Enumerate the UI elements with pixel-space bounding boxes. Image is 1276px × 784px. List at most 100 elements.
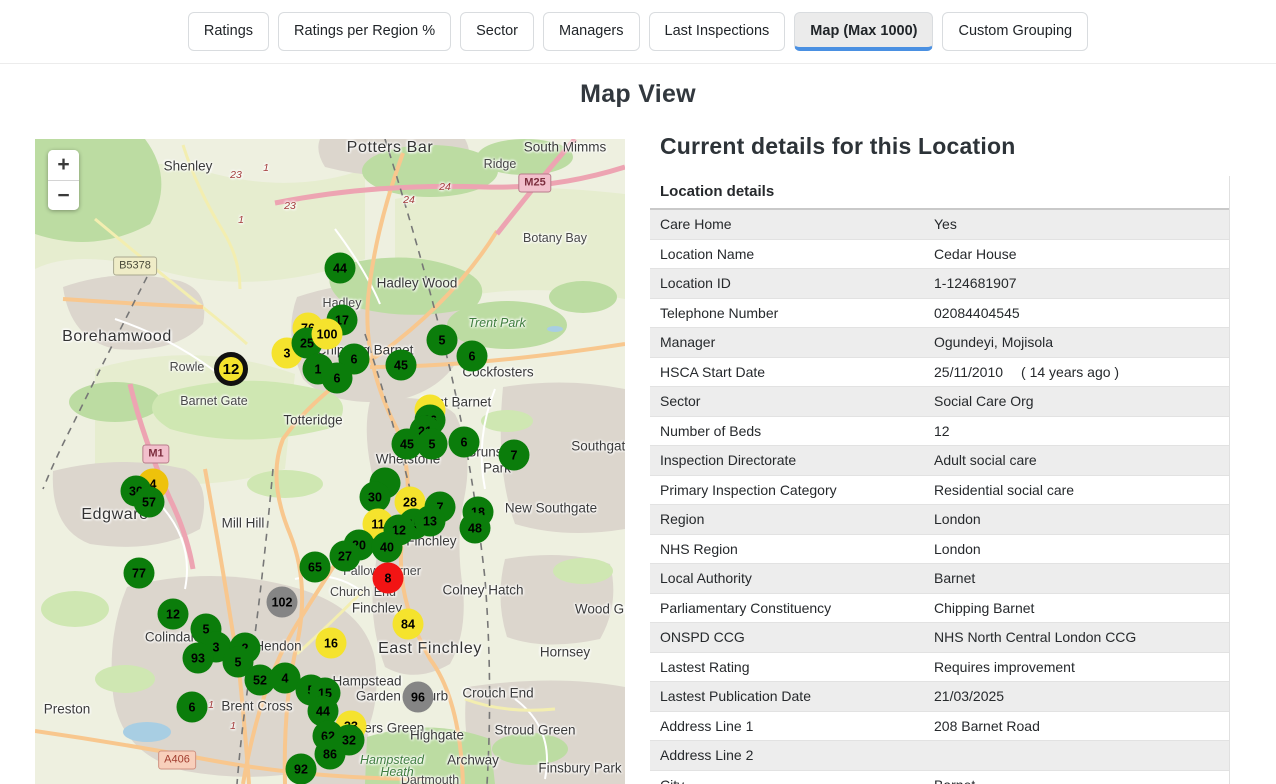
tab-ratings[interactable]: Ratings: [188, 12, 269, 51]
detail-value: London: [934, 511, 999, 527]
tab-map-max-1000[interactable]: Map (Max 1000): [794, 12, 933, 51]
tab-ratings-per-region[interactable]: Ratings per Region %: [278, 12, 451, 51]
road-badge: M25: [518, 174, 551, 193]
detail-row: City Barnet: [650, 771, 1229, 784]
map-marker[interactable]: 27: [330, 541, 361, 572]
detail-value-text: London: [934, 511, 981, 527]
detail-label: HSCA Start Date: [660, 364, 934, 380]
zoom-out-button[interactable]: −: [48, 180, 79, 210]
tab-bar: RatingsRatings per Region %SectorManager…: [0, 0, 1276, 64]
tab-last-inspections[interactable]: Last Inspections: [649, 12, 786, 51]
details-panel: Current details for this Location Locati…: [650, 133, 1236, 784]
detail-label: Location Name: [660, 246, 934, 262]
map-marker[interactable]: 48: [460, 513, 491, 544]
detail-value-text: London: [934, 541, 981, 557]
zoom-in-button[interactable]: +: [48, 150, 79, 180]
map-marker[interactable]: 6: [457, 341, 488, 372]
map-marker[interactable]: 45: [386, 350, 417, 381]
map-marker[interactable]: 44: [325, 253, 356, 284]
detail-label: Parliamentary Constituency: [660, 600, 934, 616]
detail-row: Parliamentary Constituency Chipping Barn…: [650, 594, 1229, 624]
detail-value-text: 02084404545: [934, 305, 1020, 321]
detail-row: Region London: [650, 505, 1229, 535]
map-container[interactable]: South MimmsPotters BarShenleyRidgeBotany…: [35, 139, 625, 784]
map-marker[interactable]: 5: [427, 325, 458, 356]
detail-row: Lastest Rating Requires improvement: [650, 653, 1229, 683]
detail-value: Residential social care: [934, 482, 1092, 498]
detail-value-text: 21/03/2025: [934, 688, 1004, 704]
detail-label: Address Line 2: [660, 747, 934, 763]
map-marker[interactable]: 6: [177, 692, 208, 723]
road-badge: M1: [142, 445, 169, 464]
detail-row: Number of Beds 12: [650, 417, 1229, 447]
detail-label: Lastest Rating: [660, 659, 934, 675]
detail-value-text: 208 Barnet Road: [934, 718, 1040, 734]
detail-value-text: 25/11/2010: [934, 364, 1003, 380]
map-marker[interactable]: 96: [403, 682, 434, 713]
map-marker[interactable]: 92: [286, 754, 317, 784]
map-marker[interactable]: 57: [134, 487, 165, 518]
detail-row: Address Line 1 208 Barnet Road: [650, 712, 1229, 742]
detail-value-text: Adult social care: [934, 452, 1037, 468]
detail-value: Ogundeyi, Mojisola: [934, 334, 1071, 350]
details-section-header: Location details: [650, 176, 1229, 210]
tab-managers[interactable]: Managers: [543, 12, 639, 51]
map-marker[interactable]: 84: [393, 609, 424, 640]
tab-sector[interactable]: Sector: [460, 12, 534, 51]
detail-row: Telephone Number 02084404545: [650, 299, 1229, 329]
map-marker[interactable]: 12: [158, 599, 189, 630]
map-marker[interactable]: 8: [373, 563, 404, 594]
detail-label: Address Line 1: [660, 718, 934, 734]
detail-value: London: [934, 541, 999, 557]
detail-value: NHS North Central London CCG: [934, 629, 1154, 645]
road-badge: B5378: [113, 257, 157, 276]
detail-value-text: 1-124681907: [934, 275, 1017, 291]
detail-row: Primary Inspection Category Residential …: [650, 476, 1229, 506]
detail-value-text: Yes: [934, 216, 957, 232]
road-badge: A406: [158, 751, 196, 770]
details-table: Location details Care Home Yes Location …: [650, 176, 1230, 784]
detail-label: City: [660, 777, 934, 784]
detail-value: Barnet: [934, 777, 993, 784]
detail-label: Primary Inspection Category: [660, 482, 934, 498]
detail-label: Care Home: [660, 216, 934, 232]
detail-value: Adult social care: [934, 452, 1055, 468]
map-marker[interactable]: 40: [372, 532, 403, 563]
detail-value-text: Barnet: [934, 570, 975, 586]
detail-row: ONSPD CCG NHS North Central London CCG: [650, 623, 1229, 653]
map-marker[interactable]: 7: [499, 440, 530, 471]
detail-value-text: Residential social care: [934, 482, 1074, 498]
detail-row: Address Line 2: [650, 741, 1229, 771]
detail-label: NHS Region: [660, 541, 934, 557]
detail-row: Local Authority Barnet: [650, 564, 1229, 594]
map-marker[interactable]: 77: [124, 558, 155, 589]
map-marker[interactable]: 93: [183, 643, 214, 674]
map-marker[interactable]: 100: [312, 319, 343, 350]
detail-value: Requires improvement: [934, 659, 1093, 675]
map-marker[interactable]: 6: [322, 363, 353, 394]
map-marker[interactable]: 6: [449, 427, 480, 458]
detail-label: Telephone Number: [660, 305, 934, 321]
detail-row: HSCA Start Date 25/11/2010( 14 years ago…: [650, 358, 1229, 388]
map-marker[interactable]: 102: [267, 587, 298, 618]
detail-row: Lastest Publication Date 21/03/2025: [650, 682, 1229, 712]
detail-value: 1-124681907: [934, 275, 1035, 291]
detail-label: Region: [660, 511, 934, 527]
map-marker[interactable]: 65: [300, 552, 331, 583]
detail-value: Cedar House: [934, 246, 1035, 262]
detail-label: Number of Beds: [660, 423, 934, 439]
detail-value-text: Chipping Barnet: [934, 600, 1034, 616]
detail-value-text: Ogundeyi, Mojisola: [934, 334, 1053, 350]
detail-value: Yes: [934, 216, 975, 232]
map-marker[interactable]: 12: [214, 352, 248, 386]
detail-row: Sector Social Care Org: [650, 387, 1229, 417]
map-marker[interactable]: 5: [417, 429, 448, 460]
tab-custom-grouping[interactable]: Custom Grouping: [942, 12, 1088, 51]
zoom-control: + −: [48, 150, 79, 210]
map-marker[interactable]: 16: [316, 628, 347, 659]
map-marker[interactable]: 86: [315, 739, 346, 770]
detail-row: Location Name Cedar House: [650, 240, 1229, 270]
detail-value-text: Barnet: [934, 777, 975, 784]
detail-value-text: 12: [934, 423, 950, 439]
map-marker[interactable]: 13: [415, 506, 446, 537]
